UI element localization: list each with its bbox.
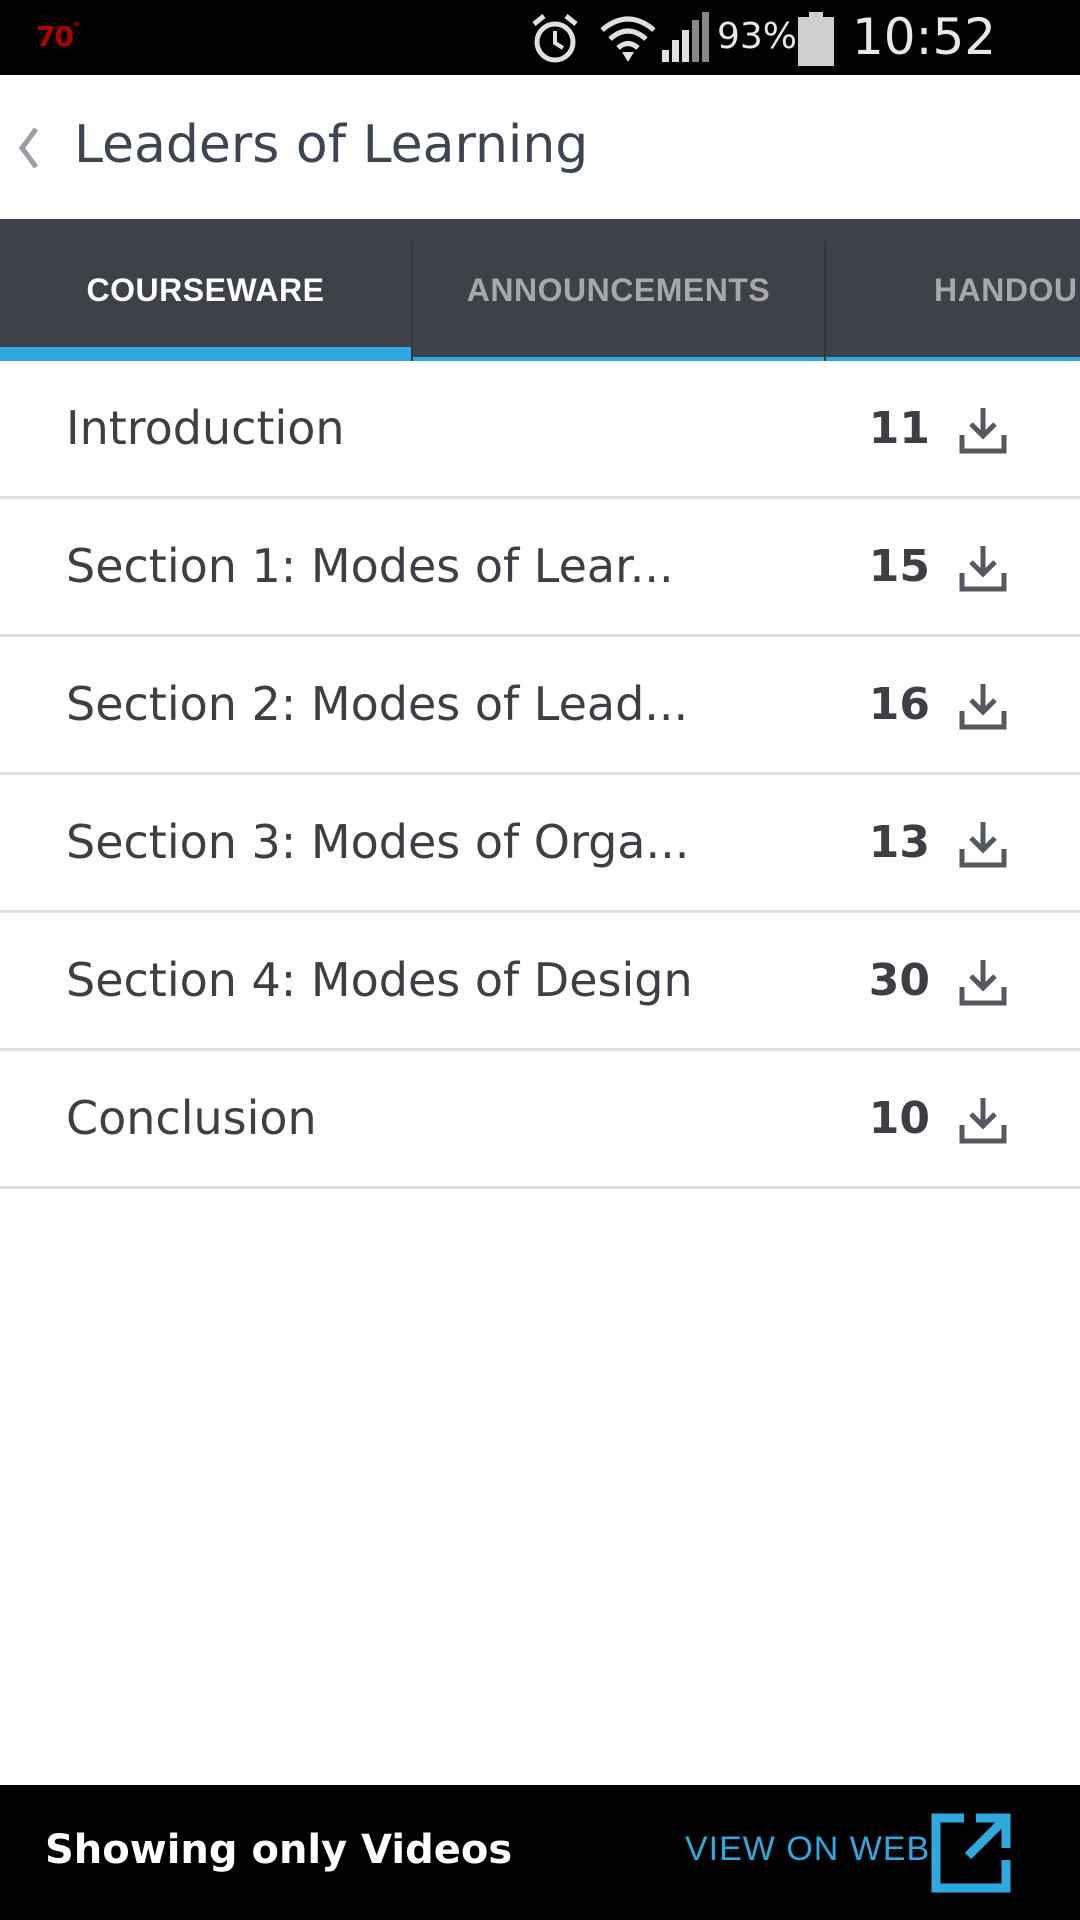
- section-title: Section 2: Modes of Lead...: [66, 677, 689, 731]
- tab-courseware[interactable]: COURSEWARE: [0, 219, 411, 361]
- tab-indicator: [0, 347, 411, 361]
- status-bar: 70° 93% 10:52 AM: [0, 0, 1080, 124]
- wifi-icon: [600, 16, 656, 62]
- tab-announcements[interactable]: ANNOUNCEMENTS: [413, 219, 824, 361]
- section-title: Section 3: Modes of Orga...: [66, 815, 690, 869]
- external-link-icon[interactable]: [930, 1812, 1012, 1894]
- tab-handouts[interactable]: HANDOU: [826, 219, 1080, 361]
- tab-bar: COURSEWARE ANNOUNCEMENTS HANDOU: [0, 219, 1080, 361]
- video-count: 30: [868, 955, 930, 1006]
- tab-label: HANDOU: [934, 271, 1078, 308]
- download-icon[interactable]: [958, 1095, 1008, 1145]
- battery-icon: [798, 12, 834, 66]
- section-title: Introduction: [66, 401, 345, 455]
- section-row[interactable]: Section 1: Modes of Lear... 15: [0, 499, 1080, 637]
- view-on-web-link[interactable]: VIEW ON WEB: [685, 1830, 930, 1869]
- video-count: 15: [868, 541, 930, 592]
- video-count: 10: [868, 1093, 930, 1144]
- battery-percent: 93%: [717, 16, 798, 57]
- video-count: 11: [868, 403, 930, 454]
- app-header: Leaders of Learning: [0, 75, 1080, 219]
- section-row[interactable]: Section 3: Modes of Orga... 13: [0, 775, 1080, 913]
- section-row[interactable]: Introduction 11: [0, 361, 1080, 499]
- download-icon[interactable]: [958, 819, 1008, 869]
- page-title: Leaders of Learning: [74, 115, 589, 175]
- section-list: Introduction 11 Section 1: Modes of Lear…: [0, 361, 1080, 1189]
- download-icon[interactable]: [958, 543, 1008, 593]
- temperature-indicator: 70°: [36, 20, 80, 53]
- download-icon[interactable]: [958, 405, 1008, 455]
- alarm-icon: [532, 14, 578, 63]
- back-chevron-icon[interactable]: [10, 123, 46, 173]
- download-icon[interactable]: [958, 681, 1008, 731]
- section-title: Conclusion: [66, 1091, 317, 1145]
- tab-label: COURSEWARE: [86, 271, 325, 308]
- signal-icon: [662, 12, 709, 62]
- video-count: 16: [868, 679, 930, 730]
- video-count: 13: [868, 817, 930, 868]
- section-row[interactable]: Section 4: Modes of Design 30: [0, 913, 1080, 1051]
- section-row[interactable]: Conclusion 10: [0, 1051, 1080, 1189]
- section-title: Section 4: Modes of Design: [66, 953, 693, 1007]
- download-icon[interactable]: [958, 957, 1008, 1007]
- section-title: Section 1: Modes of Lear...: [66, 539, 674, 593]
- video-filter-label[interactable]: Showing only Videos: [45, 1827, 512, 1873]
- tab-label: ANNOUNCEMENTS: [466, 271, 771, 308]
- bottom-bar: Showing only Videos VIEW ON WEB: [0, 1785, 1080, 1920]
- section-row[interactable]: Section 2: Modes of Lead... 16: [0, 637, 1080, 775]
